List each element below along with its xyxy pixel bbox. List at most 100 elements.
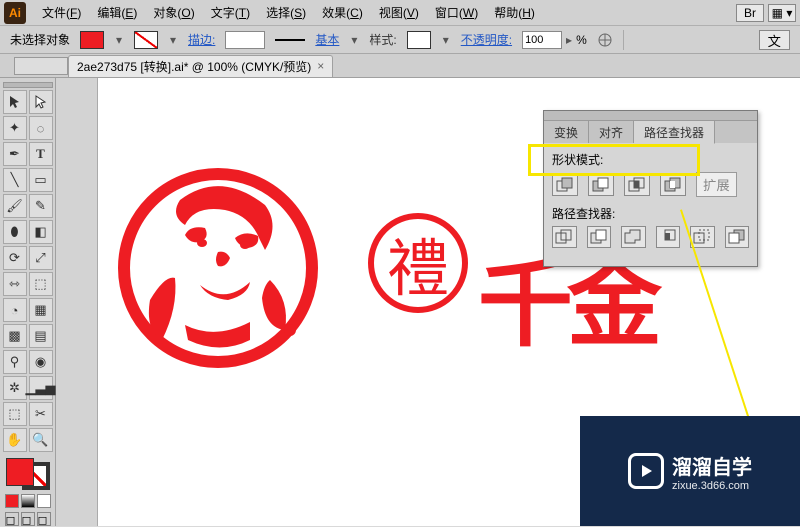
stroke-label[interactable]: 描边: xyxy=(188,31,215,48)
draw-behind-button[interactable]: ◻ xyxy=(21,512,35,526)
menu-type[interactable]: 文字(T) xyxy=(203,0,258,25)
pathfinder-panel[interactable]: 变换 对齐 路径查找器 形状模式: 扩展 路径查找器: xyxy=(543,110,758,267)
grid-icon: ▦ ▾ xyxy=(772,6,793,20)
stroke-swatch[interactable] xyxy=(134,31,158,49)
pathfinder-divide[interactable] xyxy=(552,226,577,248)
artboard-tool[interactable]: ⬚ xyxy=(3,402,27,426)
eraser-tool[interactable]: ◧ xyxy=(29,220,53,244)
chevron-down-icon[interactable]: ▾ xyxy=(168,31,178,49)
menu-edit[interactable]: 编辑(E) xyxy=(89,0,145,25)
none-mode-button[interactable] xyxy=(37,494,51,508)
fill-stroke-indicator[interactable] xyxy=(6,458,50,490)
chevron-down-icon[interactable]: ▾ xyxy=(114,31,124,49)
recolor-art-icon[interactable] xyxy=(597,32,613,48)
menu-help[interactable]: 帮助(H) xyxy=(486,0,543,25)
menu-object[interactable]: 对象(O) xyxy=(145,0,202,25)
pencil-tool[interactable]: ✎ xyxy=(29,194,53,218)
seal-character: 禮 xyxy=(368,213,468,313)
shape-mode-exclude[interactable] xyxy=(660,174,686,196)
slice-tool[interactable]: ✂ xyxy=(29,402,53,426)
stamp-circle-frame xyxy=(118,168,318,368)
panel-grip[interactable] xyxy=(544,111,757,121)
magic-wand-tool[interactable]: ✦ xyxy=(3,116,27,140)
menu-select[interactable]: 选择(S) xyxy=(258,0,314,25)
pathfinder-outline[interactable] xyxy=(690,226,715,248)
panel-grip[interactable] xyxy=(3,82,53,88)
tab-pathfinder[interactable]: 路径查找器 xyxy=(634,121,715,144)
right-button[interactable]: 文 xyxy=(759,30,790,50)
stroke-weight-input[interactable] xyxy=(225,31,265,49)
fill-indicator[interactable] xyxy=(6,458,34,486)
gradient-tool[interactable]: ▤ xyxy=(29,324,53,348)
document-tab-label: 2ae273d75 [转换].ai* @ 100% (CMYK/预览) xyxy=(77,58,311,75)
menu-view[interactable]: 视图(V) xyxy=(371,0,427,25)
selection-status: 未选择对象 xyxy=(10,31,70,48)
symbol-sprayer-tool[interactable]: ✲ xyxy=(3,376,27,400)
bridge-icon: Br xyxy=(744,6,756,20)
bridge-button[interactable]: Br xyxy=(736,4,764,22)
menu-file[interactable]: 文件(F) xyxy=(34,0,89,25)
draw-inside-button[interactable]: ◻ xyxy=(37,512,51,526)
basic-appearance-label[interactable]: 基本 xyxy=(315,31,339,48)
tab-transform[interactable]: 变换 xyxy=(544,121,589,143)
document-tab[interactable]: 2ae273d75 [转换].ai* @ 100% (CMYK/预览) × xyxy=(68,55,333,77)
shape-modes-row: 扩展 xyxy=(552,172,749,197)
chevron-down-icon[interactable]: ▾ xyxy=(441,31,451,49)
opacity-label[interactable]: 不透明度: xyxy=(461,31,512,48)
scale-tool[interactable]: ⤢ xyxy=(29,246,53,270)
close-icon[interactable]: × xyxy=(317,59,324,73)
opacity-input[interactable] xyxy=(522,31,562,49)
brush-thumbnail[interactable] xyxy=(275,36,305,44)
fill-swatch[interactable] xyxy=(80,31,104,49)
watermark-subtitle: zixue.3d66.com xyxy=(672,480,752,492)
control-bar: 未选择对象 ▾ ▾ 描边: 基本▾ 样式: ▾ 不透明度: ▸ % 文 xyxy=(0,26,800,54)
shape-mode-minus-front[interactable] xyxy=(588,174,614,196)
shape-builder-tool[interactable]: ◔ xyxy=(3,298,27,322)
chevron-down-icon[interactable]: ▾ xyxy=(349,31,359,49)
tab-well-left[interactable] xyxy=(14,57,68,75)
shape-modes-label: 形状模式: xyxy=(552,151,749,168)
tab-align[interactable]: 对齐 xyxy=(589,121,634,143)
pathfinder-merge[interactable] xyxy=(621,226,646,248)
eyedropper-tool[interactable]: ⚲ xyxy=(3,350,27,374)
rectangle-tool[interactable]: ▭ xyxy=(29,168,53,192)
selection-tool[interactable] xyxy=(3,90,27,114)
blob-brush-tool[interactable]: ⬮ xyxy=(3,220,27,244)
opacity-stepper[interactable]: ▸ xyxy=(564,31,574,49)
play-icon xyxy=(628,453,664,489)
pathfinders-label: 路径查找器: xyxy=(552,205,749,222)
shape-mode-unite[interactable] xyxy=(552,174,578,196)
app-logo: Ai xyxy=(4,2,26,24)
color-mode-button[interactable] xyxy=(5,494,19,508)
arrange-documents-button[interactable]: ▦ ▾ xyxy=(768,4,796,22)
perspective-grid-tool[interactable]: ▦ xyxy=(29,298,53,322)
canvas[interactable]: 禮 千金 变换 对齐 路径查找器 形状模式: 扩展 路径查找器 xyxy=(98,78,800,526)
line-tool[interactable]: ╲ xyxy=(3,168,27,192)
pen-tool[interactable]: ✒ xyxy=(3,142,27,166)
rotate-tool[interactable]: ⟳ xyxy=(3,246,27,270)
draw-normal-button[interactable]: ◻ xyxy=(5,512,19,526)
menubar: Ai 文件(F) 编辑(E) 对象(O) 文字(T) 选择(S) 效果(C) 视… xyxy=(0,0,800,26)
zoom-tool[interactable]: 🔍 xyxy=(29,428,53,452)
column-graph-tool[interactable]: ▁▃▅ xyxy=(29,376,53,400)
direct-selection-tool[interactable] xyxy=(29,90,53,114)
pathfinder-trim[interactable] xyxy=(587,226,612,248)
paintbrush-tool[interactable]: 🖌 xyxy=(3,194,27,218)
pathfinder-minus-back[interactable] xyxy=(725,226,750,248)
style-swatch[interactable] xyxy=(407,31,431,49)
hand-tool[interactable]: ✋ xyxy=(3,428,27,452)
expand-button[interactable]: 扩展 xyxy=(696,172,737,197)
pathfinder-crop[interactable] xyxy=(656,226,681,248)
mesh-tool[interactable]: ▩ xyxy=(3,324,27,348)
lasso-tool[interactable]: ◌ xyxy=(29,116,53,140)
blend-tool[interactable]: ◉ xyxy=(29,350,53,374)
menu-window[interactable]: 窗口(W) xyxy=(427,0,486,25)
portrait-silhouette xyxy=(130,180,306,356)
shape-mode-intersect[interactable] xyxy=(624,174,650,196)
document-tab-bar: 2ae273d75 [转换].ai* @ 100% (CMYK/预览) × xyxy=(0,54,800,78)
width-tool[interactable]: ⇿ xyxy=(3,272,27,296)
free-transform-tool[interactable]: ⬚ xyxy=(29,272,53,296)
type-tool[interactable]: T xyxy=(29,142,53,166)
gradient-mode-button[interactable] xyxy=(21,494,35,508)
menu-effect[interactable]: 效果(C) xyxy=(314,0,371,25)
